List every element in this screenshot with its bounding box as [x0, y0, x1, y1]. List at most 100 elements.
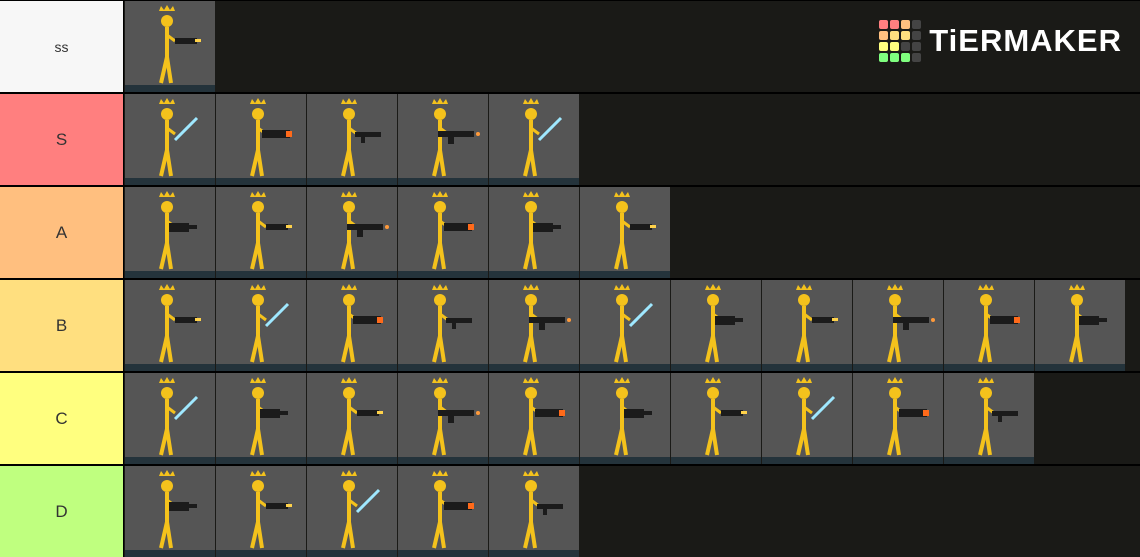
tier-item-tile[interactable] — [125, 187, 215, 278]
logo-grid-cell — [879, 42, 889, 51]
stickman-with-weapon-icon — [523, 191, 561, 270]
stickman-with-weapon-icon — [159, 98, 199, 177]
tile-floor — [944, 457, 1034, 464]
stickman-with-weapon-icon — [250, 470, 292, 549]
logo-grid-cell — [879, 20, 889, 29]
logo-grid-cell — [912, 42, 922, 51]
tier-item-tile[interactable] — [580, 373, 670, 464]
tier-item-tile[interactable] — [307, 373, 397, 464]
tier-item-tile[interactable] — [489, 280, 579, 371]
tile-floor — [216, 178, 306, 185]
tile-floor — [762, 457, 852, 464]
tier-item-tile[interactable] — [489, 466, 579, 557]
tier-item-tile[interactable] — [216, 466, 306, 557]
tier-item-tile[interactable] — [762, 280, 852, 371]
tier-item-tile[interactable] — [216, 280, 306, 371]
tier-item-tile[interactable] — [762, 373, 852, 464]
tier-item-tile[interactable] — [125, 94, 215, 185]
stickman-with-weapon-icon — [523, 470, 563, 549]
tier-board: ss S A B C D TiERMAKER — [0, 0, 1140, 557]
stickman-with-weapon-icon — [432, 284, 472, 363]
tile-floor — [398, 271, 488, 278]
stickman-with-weapon-icon — [796, 377, 836, 456]
stickman-with-weapon-icon — [250, 191, 292, 270]
stickman-with-weapon-icon — [250, 284, 290, 363]
tier-item-tile[interactable] — [580, 187, 670, 278]
tier-item-tile[interactable] — [1035, 280, 1125, 371]
stickman-with-weapon-icon — [432, 98, 480, 177]
tile-floor — [307, 457, 397, 464]
tile-floor — [762, 364, 852, 371]
tier-item-tile[interactable] — [398, 187, 488, 278]
tier-item-tile[interactable] — [944, 373, 1034, 464]
tier-row: C — [0, 373, 1140, 464]
logo-grid-cell — [879, 53, 889, 62]
tier-item-tile[interactable] — [671, 373, 761, 464]
stickman-with-weapon-icon — [159, 191, 197, 270]
stickman-with-weapon-icon — [614, 284, 654, 363]
stickman-with-weapon-icon — [250, 98, 292, 177]
logo-grid-cell — [890, 31, 900, 40]
stickman-with-weapon-icon — [159, 284, 201, 363]
tile-floor — [580, 364, 670, 371]
tier-item-tile[interactable] — [580, 280, 670, 371]
tier-items — [124, 94, 1140, 185]
tier-item-tile[interactable] — [307, 94, 397, 185]
tile-floor — [489, 178, 579, 185]
stickman-with-weapon-icon — [432, 191, 474, 270]
tier-items — [124, 280, 1140, 371]
stickman-with-weapon-icon — [523, 377, 565, 456]
tier-item-tile[interactable] — [398, 373, 488, 464]
tier-item-tile[interactable] — [398, 466, 488, 557]
stickman-with-weapon-icon — [705, 284, 743, 363]
tier-label[interactable]: C — [0, 373, 124, 464]
logo-grid-cell — [890, 20, 900, 29]
tier-item-tile[interactable] — [216, 94, 306, 185]
tier-item-tile[interactable] — [125, 373, 215, 464]
tier-item-tile[interactable] — [125, 1, 215, 92]
tier-item-tile[interactable] — [307, 280, 397, 371]
tier-item-tile[interactable] — [216, 373, 306, 464]
stickman-with-weapon-icon — [432, 470, 474, 549]
tiermaker-logo: TiERMAKER — [879, 20, 1122, 62]
tile-floor — [944, 364, 1034, 371]
tier-label[interactable]: D — [0, 466, 124, 557]
logo-grid-cell — [901, 42, 911, 51]
tile-floor — [489, 457, 579, 464]
tile-floor — [125, 271, 215, 278]
tier-label[interactable]: A — [0, 187, 124, 278]
logo-grid-cell — [901, 31, 911, 40]
stickman-with-weapon-icon — [705, 377, 747, 456]
tier-label[interactable]: S — [0, 94, 124, 185]
tier-item-tile[interactable] — [944, 280, 1034, 371]
tile-floor — [489, 271, 579, 278]
tile-floor — [125, 178, 215, 185]
tier-label[interactable]: ss — [0, 1, 124, 92]
tier-item-tile[interactable] — [125, 466, 215, 557]
logo-grid-cell — [912, 31, 922, 40]
tile-floor — [671, 364, 761, 371]
tier-item-tile[interactable] — [216, 187, 306, 278]
tier-label[interactable]: B — [0, 280, 124, 371]
tier-item-tile[interactable] — [307, 187, 397, 278]
tier-item-tile[interactable] — [489, 373, 579, 464]
tier-item-tile[interactable] — [125, 280, 215, 371]
tier-item-tile[interactable] — [489, 187, 579, 278]
stickman-with-weapon-icon — [614, 191, 656, 270]
tile-floor — [307, 271, 397, 278]
tile-floor — [580, 271, 670, 278]
tile-floor — [398, 178, 488, 185]
tile-floor — [853, 364, 943, 371]
stickman-with-weapon-icon — [250, 377, 288, 456]
tile-floor — [307, 364, 397, 371]
tier-item-tile[interactable] — [671, 280, 761, 371]
stickman-with-weapon-icon — [341, 284, 383, 363]
tier-item-tile[interactable] — [853, 280, 943, 371]
tier-item-tile[interactable] — [398, 280, 488, 371]
tier-item-tile[interactable] — [489, 94, 579, 185]
tier-item-tile[interactable] — [853, 373, 943, 464]
tier-item-tile[interactable] — [307, 466, 397, 557]
tile-floor — [125, 457, 215, 464]
tier-item-tile[interactable] — [398, 94, 488, 185]
stickman-with-weapon-icon — [978, 377, 1018, 456]
